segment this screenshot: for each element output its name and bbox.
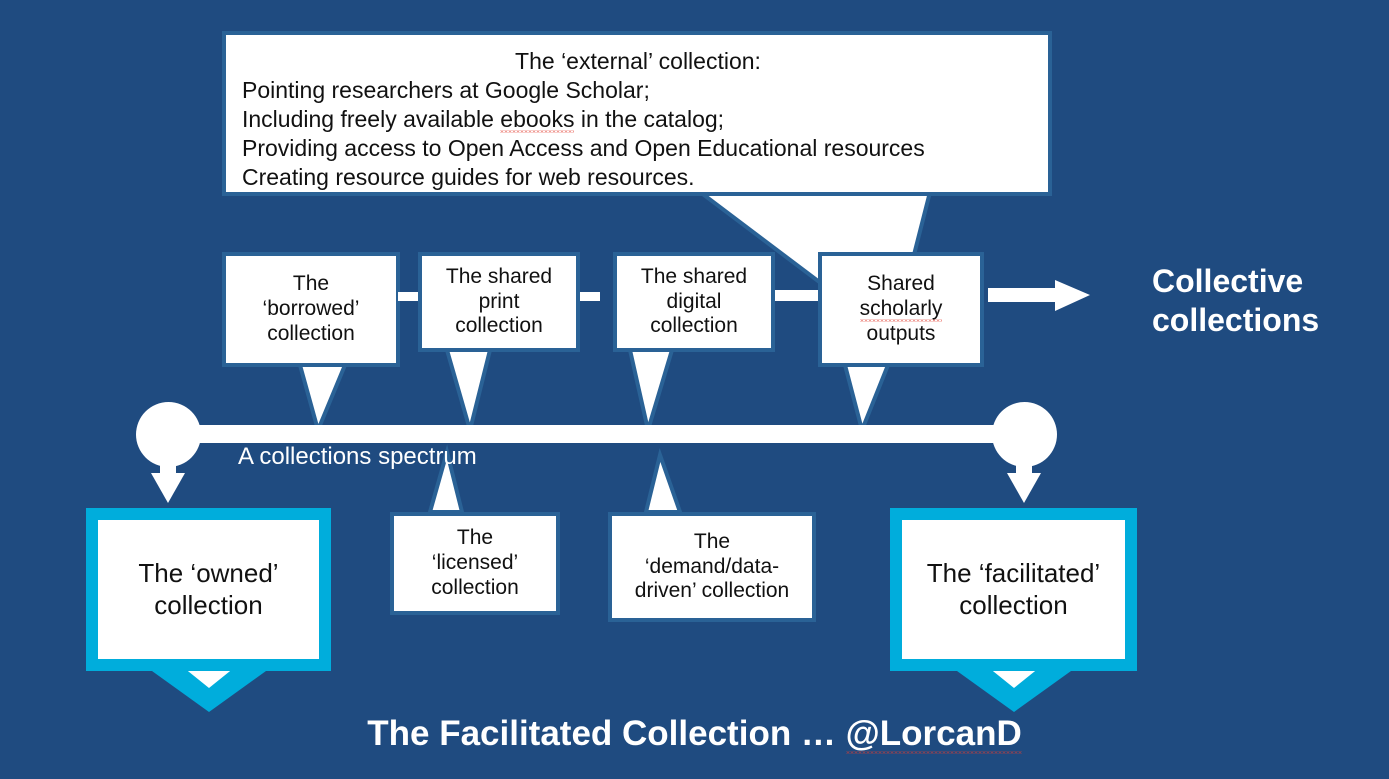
- callout-line-3: Providing access to Open Access and Open…: [242, 134, 925, 161]
- spectrum-knob-right[interactable]: [992, 402, 1057, 467]
- callout-line-1: Pointing researchers at Google Scholar;: [242, 76, 650, 103]
- callout-heading: The ‘external’ collection:: [515, 48, 761, 74]
- box-shared-print-collection[interactable]: The shared print collection: [418, 252, 580, 352]
- box-demand-label: The ‘demand/data- driven’ collection: [634, 529, 790, 603]
- spectrum-line: [165, 425, 1035, 443]
- box-facilitated-inner: The ‘facilitated’ collection: [902, 520, 1125, 659]
- callout-line-2-pre: Including freely available: [242, 105, 501, 132]
- box-shared-scholarly-outputs[interactable]: Shared scholarly outputs: [818, 252, 984, 367]
- spectrum-label: A collections spectrum: [238, 443, 477, 470]
- misspelled-word-scholarly: scholarly: [859, 297, 943, 321]
- connector-dash-3: [775, 290, 819, 301]
- spectrum-knob-left[interactable]: [136, 402, 201, 467]
- page-title-handle: @LorcanD: [845, 714, 1022, 753]
- box-facilitated-label: The ‘facilitated’ collection: [926, 558, 1101, 620]
- box-shared-digital-label: The shared digital collection: [640, 264, 748, 338]
- box-owned-label: The ‘owned’ collection: [138, 558, 279, 620]
- tail-shared-print: [444, 348, 493, 438]
- tail-shared-digital: [627, 348, 675, 438]
- box-demand-driven-collection[interactable]: The ‘demand/data- driven’ collection: [608, 512, 816, 622]
- box-licensed-collection[interactable]: The ‘licensed’ collection: [390, 512, 560, 615]
- slide-canvas: The ‘external’ collection: Pointing rese…: [0, 0, 1389, 779]
- box-facilitated-collection[interactable]: The ‘facilitated’ collection: [890, 508, 1137, 671]
- box-borrowed-label: The ‘borrowed’ collection: [262, 272, 360, 345]
- collective-collections-label: Collective collections: [1152, 263, 1320, 339]
- callout-line-4: Creating resource guides for web resourc…: [242, 163, 695, 190]
- arrow-right-collective: [988, 280, 1090, 311]
- box-borrowed-collection[interactable]: The ‘borrowed’ collection: [222, 252, 400, 367]
- box-shared-scholarly-label: Shared scholarly outputs: [859, 272, 943, 345]
- external-collection-callout: The ‘external’ collection: Pointing rese…: [222, 31, 1052, 196]
- box-owned-inner: The ‘owned’ collection: [98, 520, 319, 659]
- page-title-prefix: The Facilitated Collection …: [367, 714, 846, 753]
- tail-shared-scholarly: [842, 363, 891, 437]
- box-shared-print-label: The shared print collection: [445, 264, 553, 338]
- misspelled-word-ebooks: ebooks: [500, 105, 575, 132]
- tail-borrowed: [297, 363, 348, 437]
- page-title: The Facilitated Collection … @LorcanD: [0, 714, 1389, 754]
- connector-dash-1: [398, 292, 418, 301]
- connector-dash-2: [580, 292, 600, 301]
- callout-line-2: Including freely available ebooks in the…: [242, 105, 1034, 134]
- box-licensed-label: The ‘licensed’ collection: [431, 526, 519, 599]
- box-owned-collection[interactable]: The ‘owned’ collection: [86, 508, 331, 671]
- box-shared-digital-collection[interactable]: The shared digital collection: [613, 252, 775, 352]
- tail-demand-driven: [643, 447, 683, 514]
- callout-line-2-post: in the catalog;: [574, 105, 725, 132]
